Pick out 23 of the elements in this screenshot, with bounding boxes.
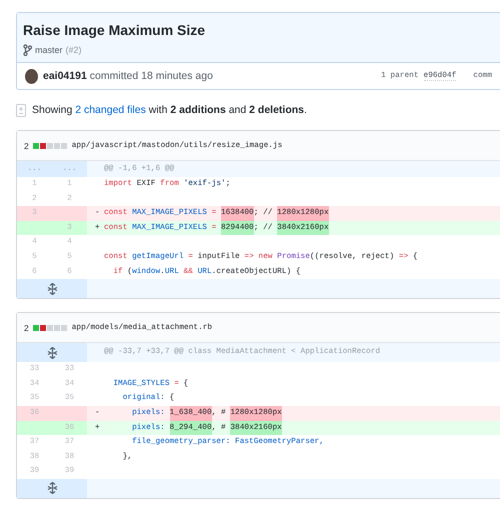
unfold-icon bbox=[46, 482, 58, 494]
commit-title: Raise Image Maximum Size bbox=[23, 21, 206, 39]
changed-files-link[interactable]: 2 changed files bbox=[75, 104, 146, 116]
file-diff-icon bbox=[16, 104, 26, 116]
branch-icon bbox=[23, 44, 32, 56]
author-name[interactable]: eai04191 bbox=[43, 70, 87, 82]
expand-button[interactable] bbox=[46, 482, 58, 494]
gutter-cell bbox=[17, 220, 52, 236]
diffstat-bar bbox=[32, 324, 67, 331]
expand-button[interactable] bbox=[46, 282, 58, 295]
changes-count: 2 bbox=[24, 140, 29, 150]
branch-name[interactable]: master bbox=[35, 45, 63, 55]
diffstat-bar bbox=[32, 142, 67, 148]
diff-summary: Showing 2 changed files with 2 additions and 2 deletions. bbox=[32, 104, 307, 116]
commit-time: committed 18 minutes ago bbox=[90, 70, 213, 82]
gutter-cell bbox=[52, 406, 87, 421]
unfold-icon bbox=[46, 282, 58, 295]
unfold-icon bbox=[46, 346, 58, 359]
changes-count: 2 bbox=[24, 322, 29, 333]
gutter-cell bbox=[52, 206, 87, 221]
gutter-cell bbox=[17, 420, 52, 436]
avatar[interactable] bbox=[25, 68, 38, 84]
expand-button[interactable] bbox=[46, 346, 58, 359]
